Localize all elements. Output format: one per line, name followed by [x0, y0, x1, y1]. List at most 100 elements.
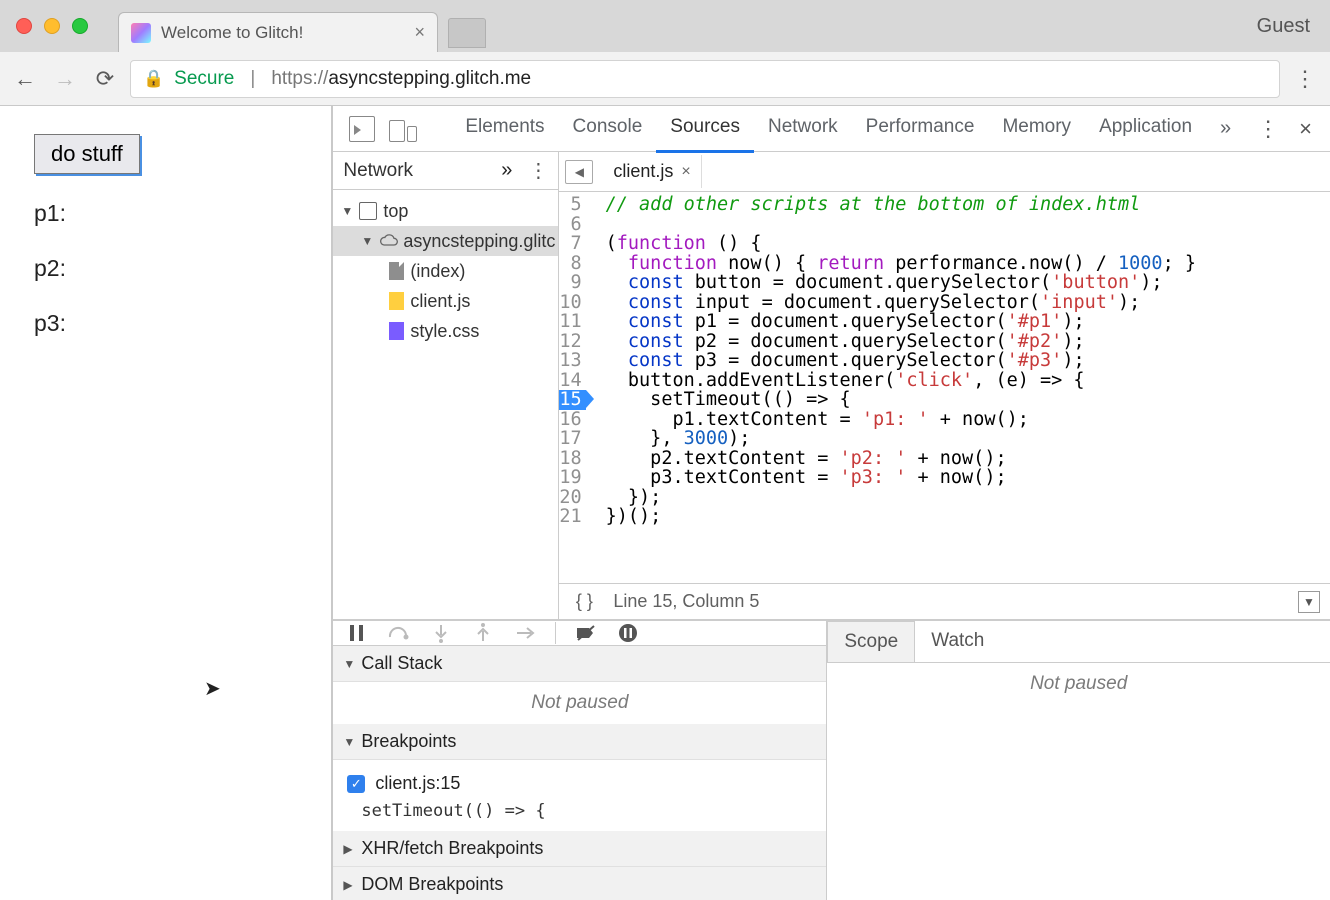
- browser-titlebar: Welcome to Glitch! × Guest: [0, 0, 1330, 52]
- cursor-position: Line 15, Column 5: [613, 591, 759, 612]
- browser-toolbar: ← → ⟳ 🔒 Secure | https://asyncstepping.g…: [0, 52, 1330, 106]
- line-number[interactable]: 9: [559, 273, 585, 293]
- line-number[interactable]: 20: [559, 488, 585, 508]
- code-content[interactable]: // add other scripts at the bottom of in…: [594, 192, 1196, 583]
- webpage-pane: do stuff p1: p2: p3:: [0, 106, 333, 900]
- tree-item-origin[interactable]: ▼ asyncstepping.glitc: [333, 226, 558, 256]
- deactivate-breakpoints-button[interactable]: [574, 621, 598, 645]
- devtools-tab-console[interactable]: Console: [559, 104, 657, 153]
- forward-button: →: [50, 64, 80, 94]
- navigator-menu-button[interactable]: ⋮: [528, 158, 548, 183]
- step-button: [513, 621, 537, 645]
- watch-tab[interactable]: Watch: [915, 621, 1000, 662]
- navigator-tab[interactable]: Network: [343, 160, 485, 182]
- line-number[interactable]: 5: [559, 195, 585, 215]
- chevron-down-icon: ▼: [341, 204, 353, 218]
- line-number[interactable]: 12: [559, 332, 585, 352]
- more-tabs-button[interactable]: »: [1214, 117, 1237, 140]
- call-stack-state: Not paused: [333, 682, 826, 724]
- line-number[interactable]: 17: [559, 429, 585, 449]
- close-tab-button[interactable]: ×: [414, 22, 425, 43]
- devtools-tab-network[interactable]: Network: [754, 104, 852, 153]
- p1-label: p1:: [34, 200, 297, 227]
- devtools-close-button[interactable]: ×: [1291, 116, 1320, 142]
- line-number[interactable]: 19: [559, 468, 585, 488]
- tree-item-stylecss[interactable]: style.css: [333, 316, 558, 346]
- editor-statusbar: { } Line 15, Column 5 ▼: [559, 583, 1330, 619]
- close-editor-tab-button[interactable]: ×: [681, 163, 690, 181]
- devtools-tab-memory[interactable]: Memory: [988, 104, 1085, 153]
- p2-label: p2:: [34, 255, 297, 282]
- profile-badge[interactable]: Guest: [1257, 15, 1310, 38]
- browser-menu-button[interactable]: ⋮: [1290, 66, 1320, 92]
- url-scheme: https://: [271, 68, 328, 89]
- tree-item-clientjs[interactable]: client.js: [333, 286, 558, 316]
- reload-button[interactable]: ⟳: [90, 64, 120, 94]
- p3-label: p3:: [34, 310, 297, 337]
- tree-label: client.js: [410, 291, 470, 312]
- browser-tab[interactable]: Welcome to Glitch! ×: [118, 12, 438, 52]
- xhr-breakpoints-header[interactable]: ▶XHR/fetch Breakpoints: [333, 831, 826, 867]
- pretty-print-button[interactable]: { }: [569, 591, 599, 612]
- sources-panel: Network » ⋮ ▼ top ▼ asyncstepping.glitc: [333, 152, 1330, 620]
- devtools-menu-button[interactable]: ⋮: [1253, 116, 1283, 142]
- devtools-tab-performance[interactable]: Performance: [852, 104, 989, 153]
- close-window-button[interactable]: [16, 18, 32, 34]
- secure-label: Secure: [174, 68, 234, 90]
- back-button[interactable]: ←: [10, 64, 40, 94]
- line-number[interactable]: 8: [559, 254, 585, 274]
- minimize-window-button[interactable]: [44, 18, 60, 34]
- step-over-button: [387, 621, 411, 645]
- address-bar[interactable]: 🔒 Secure | https://asyncstepping.glitch.…: [130, 60, 1280, 98]
- debugger-right-pane: Scope Watch Not paused: [827, 621, 1330, 900]
- step-out-button: [471, 621, 495, 645]
- devtools-tab-elements[interactable]: Elements: [451, 104, 558, 153]
- breakpoint-code: setTimeout(() => {: [347, 799, 812, 823]
- line-number[interactable]: 7: [559, 234, 585, 254]
- line-number[interactable]: 6: [559, 215, 585, 235]
- stylesheet-icon: [389, 322, 404, 340]
- line-number[interactable]: 11: [559, 312, 585, 332]
- call-stack-header[interactable]: ▼Call Stack: [333, 646, 826, 682]
- do-stuff-button[interactable]: do stuff: [34, 134, 140, 174]
- breakpoints-header[interactable]: ▼Breakpoints: [333, 724, 826, 760]
- step-into-button: [429, 621, 453, 645]
- devtools-tab-sources[interactable]: Sources: [656, 104, 754, 153]
- editor-tab[interactable]: client.js ×: [603, 155, 701, 188]
- line-number[interactable]: 18: [559, 449, 585, 469]
- line-number[interactable]: 13: [559, 351, 585, 371]
- debugger-panel: ▼Call Stack Not paused ▼Breakpoints ✓ cl…: [333, 620, 1330, 900]
- chevron-down-icon: ▼: [361, 234, 373, 248]
- dom-breakpoints-header[interactable]: ▶DOM Breakpoints: [333, 867, 826, 900]
- new-tab-button[interactable]: [448, 18, 486, 48]
- tree-label: asyncstepping.glitc: [403, 231, 555, 252]
- scope-tab[interactable]: Scope: [827, 621, 915, 662]
- editor-body[interactable]: 56789101112131415161718192021 // add oth…: [559, 192, 1330, 583]
- tree-label: style.css: [410, 321, 479, 342]
- tree-item-top[interactable]: ▼ top: [333, 196, 558, 226]
- inspect-element-icon[interactable]: [349, 116, 375, 142]
- line-gutter[interactable]: 56789101112131415161718192021: [559, 192, 593, 583]
- devtools-tabstrip: ElementsConsoleSourcesNetworkPerformance…: [333, 106, 1330, 152]
- line-number[interactable]: 10: [559, 293, 585, 313]
- devtools: ElementsConsoleSourcesNetworkPerformance…: [333, 106, 1330, 900]
- line-number[interactable]: 16: [559, 410, 585, 430]
- pause-button[interactable]: [345, 621, 369, 645]
- pause-on-exceptions-button[interactable]: [616, 621, 640, 645]
- favicon: [131, 23, 151, 43]
- device-toolbar-icon[interactable]: [389, 116, 419, 142]
- navigator-more-button[interactable]: »: [495, 159, 518, 182]
- debugger-left-pane: ▼Call Stack Not paused ▼Breakpoints ✓ cl…: [333, 621, 827, 900]
- line-number[interactable]: 21: [559, 507, 585, 527]
- url-separator: |: [250, 68, 255, 90]
- breakpoint-item[interactable]: ✓ client.js:15: [347, 768, 812, 799]
- line-number[interactable]: 15: [559, 390, 585, 410]
- fullscreen-window-button[interactable]: [72, 18, 88, 34]
- frame-icon: [359, 202, 377, 220]
- line-number[interactable]: 14: [559, 371, 585, 391]
- toggle-navigator-button[interactable]: ◀: [565, 160, 593, 184]
- breakpoint-checkbox[interactable]: ✓: [347, 775, 365, 793]
- devtools-tab-application[interactable]: Application: [1085, 104, 1206, 153]
- tree-item-index[interactable]: (index): [333, 256, 558, 286]
- editor-dropdown-button[interactable]: ▼: [1298, 591, 1320, 613]
